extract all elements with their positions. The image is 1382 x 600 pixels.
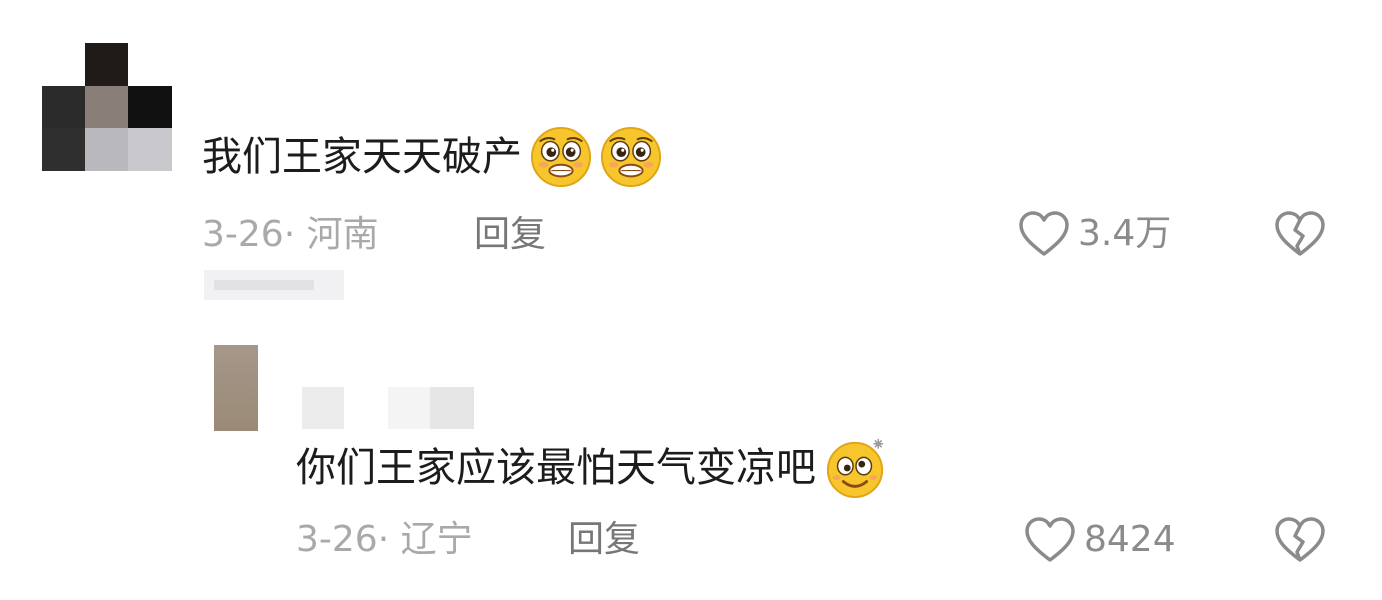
reply-button[interactable]: 回复 <box>474 213 546 257</box>
comment-text-content: 我们王家天天破产 <box>202 134 522 180</box>
comment-text: 你们王家应该最怕天气变凉吧 <box>296 437 886 499</box>
broken-heart-icon <box>1274 516 1326 564</box>
comment-date-location: 3-26· 河南 <box>202 214 379 255</box>
user-avatar[interactable] <box>214 345 258 431</box>
blurred-username <box>430 387 474 429</box>
heart-outline-icon <box>1024 516 1076 564</box>
blurred-username <box>388 387 430 429</box>
broken-heart-icon <box>1274 210 1326 258</box>
blurred-username <box>302 387 344 429</box>
dislike-button[interactable] <box>1274 516 1326 564</box>
pleading-face-icon <box>600 126 662 188</box>
pleading-face-icon <box>530 126 592 188</box>
blurred-content <box>214 280 314 290</box>
comment-text: 我们王家天天破产 <box>202 126 662 188</box>
like-button[interactable]: 3.4万 <box>1018 210 1171 258</box>
like-count: 8424 <box>1084 519 1176 560</box>
heart-outline-icon <box>1018 210 1070 258</box>
comment-text-content: 你们王家应该最怕天气变凉吧 <box>296 445 816 491</box>
dislike-button[interactable] <box>1274 210 1326 258</box>
user-avatar[interactable] <box>42 43 172 171</box>
comment-date-location: 3-26· 辽宁 <box>296 519 473 560</box>
like-button[interactable]: 8424 <box>1024 516 1176 564</box>
dazed-smile-face-icon <box>824 437 886 499</box>
like-count: 3.4万 <box>1078 213 1172 254</box>
reply-button[interactable]: 回复 <box>568 518 640 562</box>
